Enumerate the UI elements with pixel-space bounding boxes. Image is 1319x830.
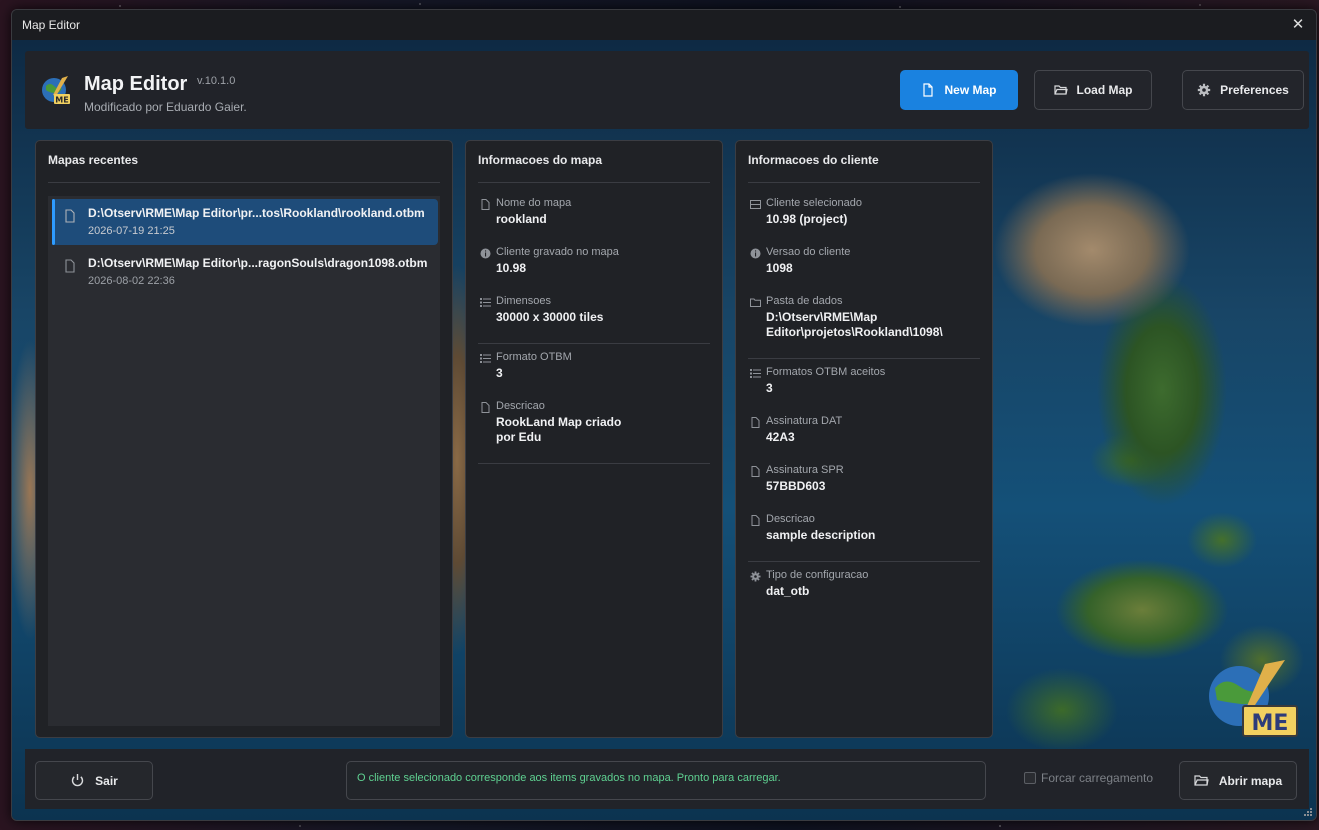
list-item[interactable]: D:\Otserv\RME\Map Editor\pr...tos\Rookla…	[52, 199, 438, 245]
field-label: Formatos OTBM aceitos	[766, 366, 886, 378]
me-logo: ME	[1209, 660, 1298, 737]
info-icon	[480, 248, 491, 259]
title-bar[interactable]: Map Editor	[12, 10, 1316, 40]
field-value: 57BBD603	[766, 479, 826, 493]
file-icon	[65, 259, 75, 273]
field-value: 10.98 (project)	[766, 212, 848, 226]
file-icon	[481, 199, 490, 210]
field-label: Nome do mapa	[496, 197, 572, 209]
resize-grip-icon[interactable]	[1303, 807, 1313, 817]
divider	[748, 358, 980, 359]
recent-maps-title: Mapas recentes	[48, 153, 139, 167]
recent-map-path: D:\Otserv\RME\Map Editor\p...ragonSouls\…	[88, 256, 428, 270]
field-value: D:\Otserv\RME\Map Editor\projetos\Rookla…	[766, 310, 943, 339]
app-version: v.10.1.0	[197, 75, 236, 87]
recent-maps-panel: Mapas recentes D:\Otserv\RME\Map Editor\…	[35, 140, 453, 738]
field-value: 42A3	[766, 430, 795, 444]
window-title: Map Editor	[22, 18, 81, 32]
header-panel: ME Map Editor v.10.1.0 Modificado por Ed…	[25, 51, 1309, 129]
load-map-label: Load Map	[1076, 83, 1133, 97]
map-info-panel: Informacoes do mapa Nome do mapa rooklan…	[465, 140, 723, 738]
new-map-button[interactable]: New Map	[900, 70, 1018, 110]
app-title: Map Editor	[84, 73, 188, 95]
field-label: Assinatura SPR	[766, 464, 844, 476]
field-label: Cliente selecionado	[766, 197, 863, 209]
client-info-panel: Informacoes do cliente Cliente seleciona…	[735, 140, 993, 738]
divider	[748, 182, 980, 183]
list-icon	[480, 354, 491, 363]
recent-map-date: 2026-07-19 21:25	[88, 225, 175, 237]
new-map-label: New Map	[944, 83, 997, 97]
app-logo: ME	[42, 76, 70, 105]
file-icon	[751, 515, 760, 526]
field-value: RookLand Map criado por Edu	[496, 415, 622, 444]
monitor-icon	[750, 200, 761, 209]
divider	[748, 561, 980, 562]
open-map-button[interactable]: Abrir mapa	[1179, 761, 1297, 800]
field-label: Versao do cliente	[766, 246, 851, 258]
svg-text:ME: ME	[55, 96, 68, 105]
gear-icon	[1197, 83, 1211, 97]
file-icon	[481, 402, 490, 413]
file-icon	[751, 466, 760, 477]
exit-label: Sair	[95, 773, 118, 788]
divider	[478, 182, 710, 183]
exit-button[interactable]: Sair	[35, 761, 153, 800]
footer-panel: Sair O cliente selecionado corresponde a…	[25, 749, 1309, 809]
status-message: O cliente selecionado corresponde aos it…	[346, 761, 986, 800]
field-label: Formato OTBM	[496, 351, 572, 363]
load-map-button[interactable]: Load Map	[1034, 70, 1152, 110]
field-label: Descricao	[496, 400, 545, 412]
client-info-title: Informacoes do cliente	[748, 153, 879, 167]
field-label: Assinatura DAT	[766, 415, 843, 427]
field-label: Cliente gravado no mapa	[496, 246, 619, 258]
field-value: 3	[766, 381, 773, 395]
field-label: Descricao	[766, 513, 815, 525]
field-value: dat_otb	[766, 584, 810, 598]
list-item[interactable]: D:\Otserv\RME\Map Editor\p...ragonSouls\…	[52, 249, 438, 295]
app-subtitle: Modificado por Eduardo Gaier.	[84, 100, 247, 114]
field-value: 3	[496, 366, 503, 380]
field-label: Pasta de dados	[766, 295, 843, 307]
divider	[478, 343, 710, 344]
field-label: Dimensoes	[496, 295, 552, 307]
recent-maps-list[interactable]: D:\Otserv\RME\Map Editor\pr...tos\Rookla…	[48, 196, 440, 726]
force-load-checkbox[interactable]: Forcar carregamento	[1024, 771, 1153, 785]
list-icon	[750, 369, 761, 378]
close-icon[interactable]: ✕	[1288, 15, 1308, 35]
gear-icon	[750, 571, 761, 582]
file-icon	[923, 83, 934, 97]
recent-map-path: D:\Otserv\RME\Map Editor\pr...tos\Rookla…	[88, 206, 425, 220]
field-label: Tipo de configuracao	[766, 569, 869, 581]
preferences-button[interactable]: Preferences	[1182, 70, 1304, 110]
folder-open-icon	[1053, 85, 1068, 95]
field-value: 1098	[766, 261, 793, 275]
map-info-title: Informacoes do mapa	[478, 153, 603, 167]
recent-map-date: 2026-08-02 22:36	[88, 275, 175, 287]
folder-open-icon	[1194, 775, 1209, 786]
preferences-label: Preferences	[1220, 83, 1289, 97]
list-icon	[480, 298, 491, 307]
divider	[478, 463, 710, 464]
field-value: rookland	[496, 212, 547, 226]
divider	[48, 182, 440, 183]
file-icon	[65, 209, 75, 223]
file-icon	[751, 417, 760, 428]
info-icon	[750, 248, 761, 259]
field-value: 30000 x 30000 tiles	[496, 310, 604, 324]
map-editor-window: Map Editor ✕ ME Map Editor v.10.1.0 Modi…	[11, 9, 1317, 821]
force-load-label: Forcar carregamento	[1041, 771, 1154, 785]
folder-icon	[750, 298, 761, 307]
field-value: sample description	[766, 528, 876, 542]
checkbox[interactable]	[1024, 772, 1036, 784]
power-icon	[71, 774, 84, 787]
svg-text:ME: ME	[1252, 711, 1289, 736]
field-value: 10.98	[496, 261, 527, 275]
open-map-label: Abrir mapa	[1218, 773, 1283, 788]
